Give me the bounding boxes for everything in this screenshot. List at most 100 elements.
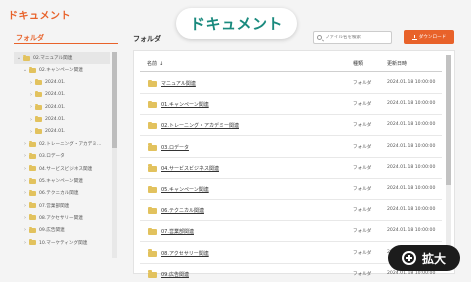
tree-item[interactable]: › 2024.01. bbox=[14, 126, 65, 138]
folder-icon bbox=[29, 177, 36, 184]
file-row-name[interactable]: マニュアル関連 bbox=[161, 80, 196, 87]
tree-item[interactable]: › 09.広告関連 bbox=[14, 224, 65, 236]
column-header-kind[interactable]: 種類 bbox=[353, 60, 363, 67]
sidebar-heading-underline bbox=[14, 43, 118, 44]
file-row-kind: フォルダ bbox=[353, 187, 372, 192]
file-row-kind: フォルダ bbox=[353, 271, 372, 277]
app-title: ドキュメント bbox=[8, 11, 71, 22]
tree-item[interactable]: › 2024.01. bbox=[14, 114, 65, 126]
plus-circle-icon bbox=[401, 251, 416, 265]
tree-scrollbar-thumb[interactable] bbox=[112, 52, 117, 148]
file-row-name[interactable]: 06.テクニカル関連 bbox=[161, 207, 204, 214]
chevron-right-icon[interactable]: › bbox=[22, 215, 28, 221]
chevron-right-icon[interactable]: › bbox=[22, 153, 28, 159]
file-row[interactable]: 05.キャンペーン関連 フォルダ 2024.01.18 10:00:00 bbox=[140, 179, 442, 200]
chevron-right-icon[interactable]: › bbox=[22, 240, 28, 246]
tree-item-label: 2024.01. bbox=[45, 80, 66, 86]
chevron-right-icon[interactable]: › bbox=[28, 129, 34, 135]
chevron-right-icon[interactable]: › bbox=[28, 92, 34, 98]
folder-icon bbox=[29, 202, 36, 209]
sidebar-heading: フォルダ bbox=[16, 34, 44, 42]
tree-item[interactable]: › 05.キャンペーン関連 bbox=[14, 175, 83, 187]
folder-icon bbox=[148, 206, 157, 215]
chevron-right-icon[interactable]: › bbox=[28, 117, 34, 123]
folder-icon bbox=[148, 164, 157, 172]
file-row-date: 2024.01.18 10:00:00 bbox=[387, 122, 436, 128]
tree-item[interactable]: ⌄ 02.キャンペーン関連 bbox=[14, 64, 83, 76]
chevron-down-icon[interactable]: ⌄ bbox=[16, 55, 22, 61]
folder-icon bbox=[148, 100, 157, 109]
file-row-name[interactable]: 09.広告関連 bbox=[161, 271, 189, 278]
file-row-date: 2024.01.18 10:00:00 bbox=[387, 101, 436, 107]
tree-item[interactable]: ⌄ 02.マニュアル関連 bbox=[14, 52, 110, 64]
download-button[interactable]: ダウンロード bbox=[404, 30, 454, 44]
tree-item-label: 02.キャンペーン関連 bbox=[39, 68, 83, 74]
folder-tree: ⌄ 02.マニュアル関連 ⌄ 02.キャンペーン関連 › 2024.01. › 2024.01… bbox=[14, 48, 118, 260]
tree-item-label: 2024.01. bbox=[45, 117, 66, 122]
folder-icon bbox=[23, 54, 30, 61]
file-row[interactable]: 02.トレーニング・アカデミー関連 フォルダ 2024.01.18 10:00:00 bbox=[140, 115, 442, 137]
file-row-date: 2024.01.18 10:00:00 bbox=[387, 207, 436, 213]
file-row[interactable]: 03.ロデータ フォルダ 2024.01.18 10:00:00 bbox=[140, 137, 442, 158]
tree-item[interactable]: › 2024.01. bbox=[14, 77, 65, 89]
tree-item[interactable]: › 10.マーケティング関連 bbox=[14, 237, 87, 249]
file-row[interactable]: マニュアル関連 フォルダ 2024.01.18 10:00:00 bbox=[140, 73, 442, 94]
folder-icon bbox=[29, 226, 36, 233]
tree-item-label: 02.トレーニング・アカデミ… bbox=[39, 142, 102, 148]
sort-down-icon[interactable]: ↓ bbox=[159, 61, 163, 67]
tree-item-label: 10.マーケティング関連 bbox=[39, 240, 88, 246]
chevron-right-icon[interactable]: › bbox=[22, 178, 28, 184]
list-scrollbar-thumb[interactable] bbox=[446, 55, 451, 185]
column-header-name[interactable]: 名前 ↓ bbox=[147, 60, 163, 68]
file-row-name[interactable]: 05.キャンペーン関連 bbox=[161, 186, 209, 193]
file-row-name[interactable]: 08.アクセサリー関連 bbox=[161, 250, 209, 257]
tree-item[interactable]: › 06.テクニカル関連 bbox=[14, 187, 78, 199]
file-row-name[interactable]: 03.ロデータ bbox=[161, 144, 189, 151]
chevron-right-icon[interactable]: › bbox=[22, 227, 28, 233]
file-row[interactable]: 07.営業部関連 フォルダ 2024.01.18 10:00:00 bbox=[140, 221, 442, 243]
chevron-right-icon[interactable]: › bbox=[22, 203, 28, 209]
tree-item[interactable]: › 03.ロデータ bbox=[14, 150, 65, 162]
folder-icon bbox=[35, 103, 42, 110]
tree-item-label: 2024.01. bbox=[45, 129, 66, 135]
file-row-kind: フォルダ bbox=[353, 165, 372, 171]
file-row[interactable]: 06.テクニカル関連 フォルダ 2024.01.18 10:00:00 bbox=[140, 200, 442, 222]
search-box[interactable] bbox=[313, 31, 392, 44]
tree-item[interactable]: › 02.トレーニング・アカデミ… bbox=[14, 138, 101, 150]
column-header-date[interactable]: 更新日時 bbox=[387, 60, 407, 67]
download-button-label: ダウンロード bbox=[418, 35, 447, 40]
tree-item[interactable]: › 2024.01. bbox=[14, 89, 65, 101]
file-row-kind: フォルダ bbox=[353, 123, 372, 129]
file-row-name[interactable]: 01.キャンペーン関連 bbox=[161, 101, 209, 108]
chevron-right-icon[interactable]: › bbox=[22, 141, 28, 147]
main-heading: フォルダ bbox=[133, 35, 161, 43]
tree-item[interactable]: › 2024.01. bbox=[14, 101, 65, 113]
folder-icon bbox=[35, 91, 42, 98]
file-row[interactable]: 04.サービスビジネス関連 フォルダ 2024.01.18 10:00:00 bbox=[140, 158, 442, 179]
folder-icon bbox=[29, 165, 36, 172]
file-row-name[interactable]: 04.サービスビジネス関連 bbox=[161, 165, 219, 172]
file-row[interactable]: 01.キャンペーン関連 フォルダ 2024.01.18 10:00:00 bbox=[140, 94, 442, 116]
search-input[interactable] bbox=[325, 35, 389, 40]
folder-icon bbox=[29, 152, 36, 159]
chevron-right-icon[interactable]: › bbox=[28, 80, 34, 86]
chevron-down-icon[interactable]: ⌄ bbox=[22, 67, 28, 73]
file-row-name[interactable]: 02.トレーニング・アカデミー関連 bbox=[161, 122, 239, 129]
chevron-right-icon[interactable]: › bbox=[22, 166, 28, 172]
chevron-right-icon[interactable]: › bbox=[28, 104, 34, 110]
folder-icon bbox=[148, 121, 157, 130]
tree-item[interactable]: › 07.営業部関連 bbox=[14, 200, 69, 212]
folder-icon bbox=[29, 239, 36, 245]
file-row-date: 2024.01.18 10:00:00 bbox=[387, 143, 436, 149]
tree-item[interactable]: › 04.サービスビジネス関連 bbox=[14, 163, 92, 175]
expand-button-label: 拡大 bbox=[421, 251, 446, 266]
file-row-date: 2024.01.18 10:00:00 bbox=[387, 228, 436, 234]
folder-icon bbox=[148, 143, 157, 151]
file-row-name[interactable]: 07.営業部関連 bbox=[161, 228, 194, 235]
tree-item[interactable]: › 08.アクセサリー関連 bbox=[14, 212, 83, 224]
tree-item-label: 04.サービスビジネス関連 bbox=[39, 166, 93, 172]
folder-icon bbox=[148, 79, 157, 87]
expand-button[interactable]: 拡大 bbox=[388, 245, 460, 271]
tree-item-label: 09.広告関連 bbox=[39, 228, 65, 234]
chevron-right-icon[interactable]: › bbox=[22, 190, 28, 196]
